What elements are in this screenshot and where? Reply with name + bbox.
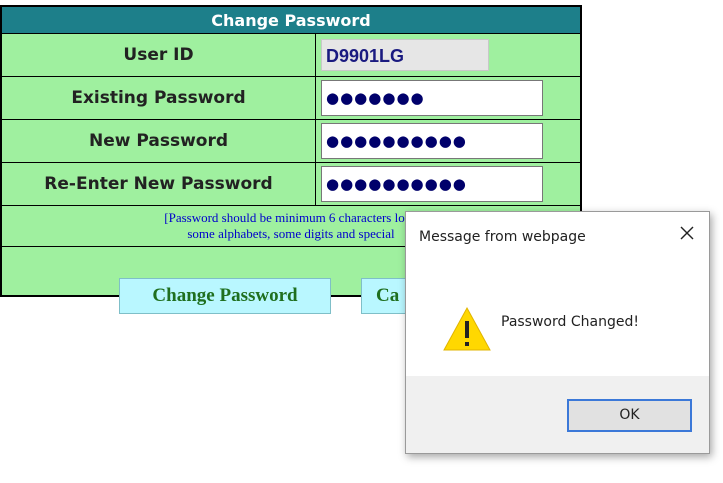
existing-password-label: Existing Password bbox=[0, 76, 316, 120]
form-title: Change Password bbox=[0, 5, 582, 34]
message-dialog: Message from webpage Password Changed! O… bbox=[405, 211, 710, 454]
ok-button[interactable]: OK bbox=[567, 399, 692, 432]
user-id-field: D9901LG bbox=[321, 39, 489, 71]
user-id-label: User ID bbox=[0, 33, 316, 77]
dialog-footer: OK bbox=[406, 376, 709, 453]
dialog-message: Password Changed! bbox=[501, 314, 639, 330]
close-icon[interactable] bbox=[677, 223, 697, 243]
change-password-button[interactable]: Change Password bbox=[119, 278, 331, 314]
reenter-password-label: Re-Enter New Password bbox=[0, 162, 316, 206]
new-password-input[interactable]: ●●●●●●●●●● bbox=[321, 123, 543, 159]
dialog-title: Message from webpage bbox=[419, 229, 586, 245]
existing-password-input[interactable]: ●●●●●●● bbox=[321, 80, 543, 116]
warning-icon bbox=[442, 306, 492, 352]
new-password-label: New Password bbox=[0, 119, 316, 163]
reenter-password-input[interactable]: ●●●●●●●●●● bbox=[321, 166, 543, 202]
